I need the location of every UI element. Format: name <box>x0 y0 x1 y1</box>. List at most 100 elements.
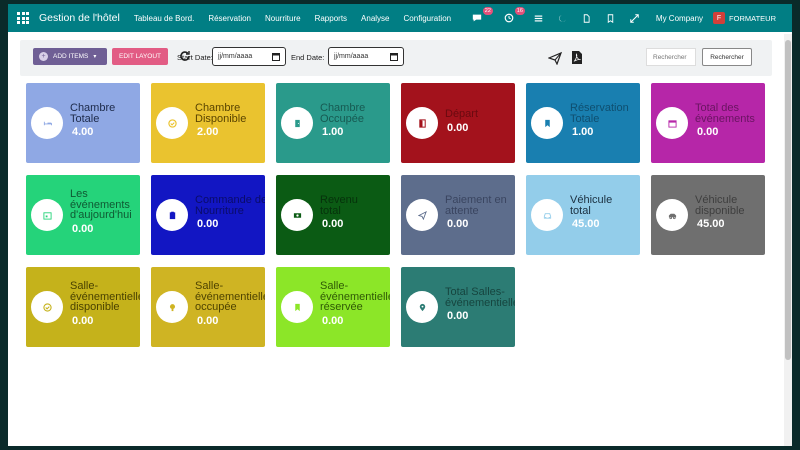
card-title-line: Véhicule <box>695 194 738 206</box>
kpi-card[interactable]: Réservation Totale 1.00 <box>526 83 640 163</box>
edit-layout-button[interactable]: EDIT LAYOUT <box>112 48 168 65</box>
calendar-icon[interactable] <box>390 52 398 61</box>
menu-tableau-de-bord[interactable]: Tableau de Bord. <box>134 14 195 23</box>
search-button[interactable]: Rechercher <box>702 48 752 66</box>
lightbulb-icon <box>169 303 175 311</box>
card-value: 0.00 <box>197 314 219 327</box>
bookmark-icon <box>544 119 550 127</box>
menu-nourriture[interactable]: Nourriture <box>265 14 301 23</box>
avatar[interactable]: F <box>713 12 726 24</box>
list-icon[interactable] <box>532 11 546 25</box>
card-title-line: Chambre <box>195 102 241 114</box>
card-title-line: disponible <box>70 301 120 313</box>
app-window: Gestion de l'hôtel Tableau de Bord. Rése… <box>8 4 792 446</box>
card-title-line: occupée <box>195 301 237 313</box>
card-value: 45.00 <box>572 218 600 230</box>
company-switcher[interactable]: My Company <box>656 14 703 23</box>
card-title-line: Réservation <box>570 102 629 114</box>
card-title-line: Total des <box>695 102 740 114</box>
end-date-placeholder: jj/mm/aaaa <box>334 53 369 60</box>
card-value: 4.00 <box>72 126 94 138</box>
start-date-field[interactable]: jj/mm/aaaa <box>212 47 286 66</box>
card-value: 0.00 <box>322 314 344 327</box>
card-value: 0.00 <box>447 121 469 134</box>
app-title[interactable]: Gestion de l'hôtel <box>39 12 120 24</box>
scrollbar-thumb[interactable] <box>785 40 791 360</box>
kpi-card[interactable]: Salle-événementielle réservée 0.00 <box>276 267 390 347</box>
search-input[interactable]: Rechercher <box>646 48 696 66</box>
card-title-line: Totale <box>570 112 600 125</box>
card-title: Salle-événementielle réservée <box>320 281 390 313</box>
moon-icon[interactable] <box>556 11 570 25</box>
kpi-card[interactable]: Revenu total 0.00 <box>276 175 390 255</box>
card-icon-circle <box>281 107 313 139</box>
kpi-card[interactable]: Salle-événementielle disponible 0.00 <box>26 267 140 347</box>
chat-icon[interactable]: 22 <box>470 7 493 25</box>
card-value: 0.00 <box>72 314 94 327</box>
card-icon-circle <box>656 199 688 231</box>
map-marker-icon <box>419 303 425 311</box>
kpi-card[interactable]: Chambre Totale 4.00 <box>26 83 140 163</box>
kpi-card[interactable]: Véhicule disponible 45.00 <box>651 175 765 255</box>
card-title: Véhicule total <box>570 195 640 216</box>
calendar-day-icon <box>42 211 52 220</box>
kpi-card[interactable]: Total Salles-événementielles0.00 <box>401 267 515 347</box>
card-title: Paiement en attente <box>445 195 515 216</box>
kpi-card[interactable]: Salle-événementielle occupée 0.00 <box>151 267 265 347</box>
kpi-card[interactable]: Total des événements 0.00 <box>651 83 765 163</box>
menu-rapports[interactable]: Rapports <box>315 14 347 23</box>
card-title-line: Salle- <box>320 280 349 292</box>
end-date-field[interactable]: jj/mm/aaaa <box>328 47 404 66</box>
card-value: 0.00 <box>447 310 469 322</box>
kpi-card[interactable]: Départ 0.00 <box>401 83 515 163</box>
expand-icon[interactable] <box>628 11 642 25</box>
card-title-line: Total Salles- <box>445 286 505 298</box>
start-date-label: Start Date: <box>177 53 213 62</box>
menu-reservation[interactable]: Réservation <box>208 14 251 23</box>
card-title-line: disponible <box>695 204 745 217</box>
card-title-line: événements <box>695 112 755 125</box>
card-icon-circle <box>406 291 438 323</box>
card-title: Total Salles-événementielles <box>445 287 515 308</box>
calendar-icon[interactable] <box>272 52 280 61</box>
card-title: Chambre Occupée <box>320 103 390 124</box>
user-menu[interactable]: FORMATEUR <box>729 14 776 23</box>
card-title: Commande de Nourriture <box>195 195 265 216</box>
pdf-icon[interactable] <box>571 50 583 65</box>
card-title-line: Occupée <box>320 112 365 125</box>
plus-icon: + <box>39 52 48 61</box>
end-date-label: End Date: <box>291 53 325 62</box>
kpi-card[interactable]: Paiement en attente 0.00 <box>401 175 515 255</box>
card-icon-circle <box>31 107 63 139</box>
kpi-card[interactable]: Chambre Disponible 2.00 <box>151 83 265 163</box>
menu-analyse[interactable]: Analyse <box>361 14 389 23</box>
add-items-button[interactable]: + ADD ITEMS ▾ <box>33 48 107 65</box>
send-icon[interactable] <box>548 51 562 65</box>
menu-configuration[interactable]: Configuration <box>404 14 452 23</box>
check-icon <box>42 302 52 312</box>
start-date-placeholder: jj/mm/aaaa <box>218 53 253 60</box>
document-icon[interactable] <box>580 11 594 25</box>
chat-badge: 22 <box>482 7 493 15</box>
bookmark-icon[interactable] <box>604 11 618 25</box>
card-value: 0.00 <box>322 218 344 230</box>
card-title-line: Chambre <box>320 102 366 114</box>
money-icon <box>293 212 301 218</box>
card-title: Chambre Totale <box>70 103 140 124</box>
clipboard-icon <box>169 211 175 219</box>
apps-grid-icon[interactable] <box>16 11 30 25</box>
caret-down-icon: ▾ <box>93 54 97 60</box>
kpi-card[interactable]: Chambre Occupée 1.00 <box>276 83 390 163</box>
check-circle-icon <box>167 118 177 128</box>
activity-clock-icon[interactable]: 16 <box>502 7 525 25</box>
card-title-line: Salle- <box>195 280 224 292</box>
kpi-card[interactable]: Véhicule total 45.00 <box>526 175 640 255</box>
card-title-line: Commande de <box>195 194 265 206</box>
kpi-card[interactable]: Commande de Nourriture 0.00 <box>151 175 265 255</box>
card-title-line: Départ <box>445 108 479 120</box>
card-title: Véhicule disponible <box>695 195 765 216</box>
card-title-line: Véhicule <box>570 194 613 206</box>
card-title-line: événementielles <box>445 296 515 309</box>
kpi-card[interactable]: Les événements d'aujourd'hui 0.00 <box>26 175 140 255</box>
card-value: 0.00 <box>197 218 219 230</box>
